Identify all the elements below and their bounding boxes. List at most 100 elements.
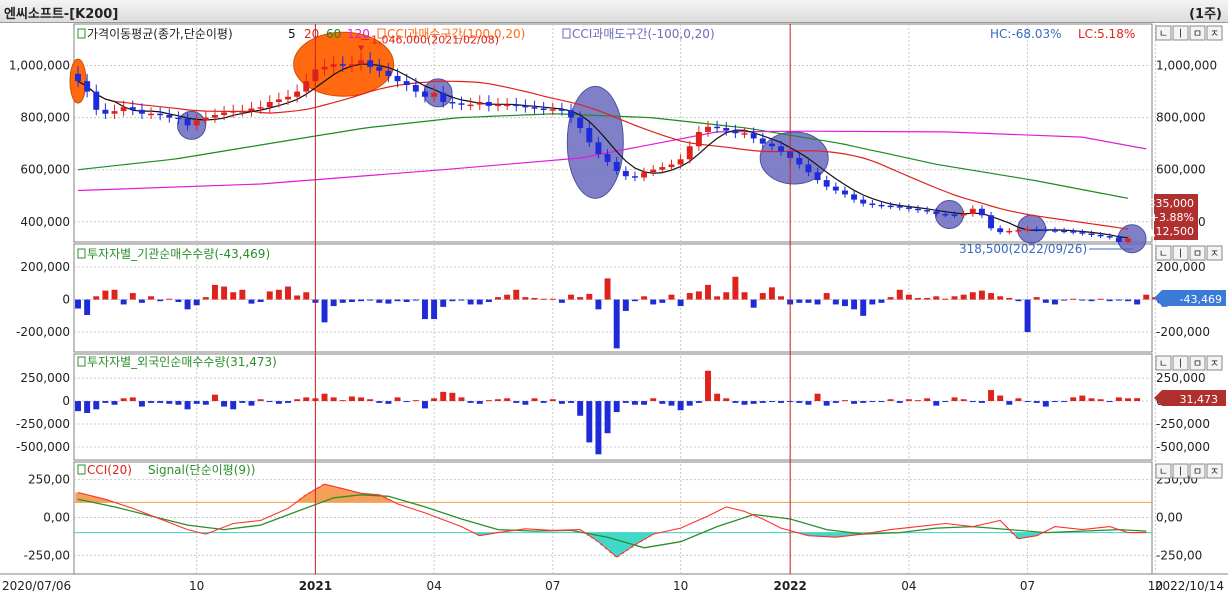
candle-up [677, 159, 684, 165]
inst-bar [248, 299, 255, 304]
foreign-bar [193, 401, 200, 404]
candle-down [905, 207, 912, 209]
candle-up [120, 107, 127, 112]
panel-button-label: ㅣ [1176, 249, 1185, 260]
candle-down [750, 133, 757, 139]
candle-down [714, 126, 721, 129]
foreign-bar [613, 401, 620, 413]
inst-bar [303, 292, 310, 300]
foreign-bar [1006, 401, 1013, 405]
inst-tag: -43,469 [1154, 290, 1226, 306]
foreign-bar [1042, 401, 1049, 407]
inst-bar [358, 299, 365, 302]
inst-bar [723, 292, 730, 300]
os-legend: CCI과매도구간(-100,0,20) [572, 27, 715, 41]
foreign-bar [129, 397, 136, 402]
foreign-bar [184, 401, 191, 410]
foreign-bar [367, 399, 374, 402]
foreign-bar [513, 401, 520, 403]
foreign-bar [796, 401, 803, 403]
foreign-bar [814, 393, 821, 402]
candle-up [248, 108, 255, 112]
inst-bar [495, 297, 501, 300]
candle-down [869, 203, 876, 206]
panel-button-label: ㄴ [1159, 249, 1168, 260]
candle-down [915, 208, 921, 211]
window-title: 엔씨소프트-[K200] [4, 7, 119, 22]
chart-area[interactable]: 400,000400,000600,000600,000800,000800,0… [0, 22, 1228, 597]
candle-up [202, 117, 209, 121]
foreign-bar [586, 401, 593, 443]
inst-bar [933, 296, 940, 300]
inst-bar [631, 299, 638, 302]
inst-bar [869, 299, 876, 305]
candle-down [622, 170, 629, 177]
inst-bar [887, 297, 894, 300]
inst-bar [960, 294, 967, 300]
candle-down [951, 214, 958, 216]
candle-down [138, 109, 145, 114]
candle-down [768, 143, 775, 147]
inst-bar [1033, 297, 1040, 300]
candle-up [476, 101, 483, 105]
cci-ytick-left: 0,00 [43, 510, 70, 524]
panel-button-label: ㅈ [1210, 359, 1219, 370]
foreign-bar [1033, 401, 1040, 403]
candle-up [495, 104, 501, 107]
foreign-bar [1088, 398, 1095, 402]
x-tick-label: 07 [1020, 579, 1035, 593]
inst-bar [385, 299, 392, 304]
candle-down [376, 66, 383, 71]
inst-bar [841, 299, 848, 307]
price-ytick-left: 1,000,000 [9, 59, 70, 73]
inst-bar [924, 297, 931, 300]
inst-bar [997, 296, 1004, 300]
inst-bar [988, 293, 995, 300]
inst-bar [1042, 299, 1049, 303]
candle-down [522, 105, 529, 108]
foreign-bar [239, 401, 246, 403]
candle-up [148, 113, 155, 116]
inst-bar [421, 299, 428, 320]
candle-down [175, 117, 182, 120]
inst-bar [915, 297, 921, 300]
panel-buttons[interactable]: ㄴㅣㅁㅈㄴㅣㅁㅈㄴㅣㅁㅈㄴㅣㅁㅈ [1155, 25, 1223, 479]
oversold-zone [934, 199, 964, 229]
foreign-bar [1079, 395, 1086, 402]
foreign-bar [924, 398, 931, 402]
inst-bar [467, 299, 474, 305]
candle-up [266, 101, 273, 108]
foreign-bar [166, 401, 173, 404]
price-ytick-left: 400,000 [20, 215, 70, 229]
inst-bar [732, 276, 739, 300]
inst-bar [193, 299, 200, 306]
hc-label: HC:-68.03% [990, 27, 1062, 41]
candle-down [385, 70, 392, 76]
min-label: 318,500(2022/09/26) [959, 242, 1087, 256]
panel-button-label: ㄴ [1159, 359, 1168, 370]
candle-down [1061, 230, 1068, 233]
candle-up [221, 112, 228, 116]
inst-bar [714, 296, 721, 300]
foreign-bar [504, 398, 511, 402]
candle-down [613, 161, 620, 171]
inst-bar [860, 299, 867, 316]
inst-bar [84, 299, 91, 316]
foreign-bar [659, 401, 666, 404]
foreign-bar [431, 398, 438, 402]
inst-bar [403, 299, 410, 302]
foreign-ytick-right: -250,000 [1156, 417, 1210, 431]
foreign-bar [805, 401, 812, 405]
inst-ytick-left: 0 [62, 293, 70, 307]
foreign-ytick-left: 0 [62, 394, 70, 408]
candle-down [540, 108, 547, 110]
oversold-zone [177, 110, 207, 140]
price-tag-change: ▲12,500 [1147, 225, 1194, 238]
inst-ytick-left: -200,000 [16, 325, 70, 339]
foreign-bar [759, 401, 766, 403]
candle-down [75, 73, 81, 82]
candle-down [997, 228, 1004, 233]
foreign-bar [905, 399, 912, 402]
candle-down [924, 210, 931, 212]
foreign-bar [631, 401, 638, 405]
